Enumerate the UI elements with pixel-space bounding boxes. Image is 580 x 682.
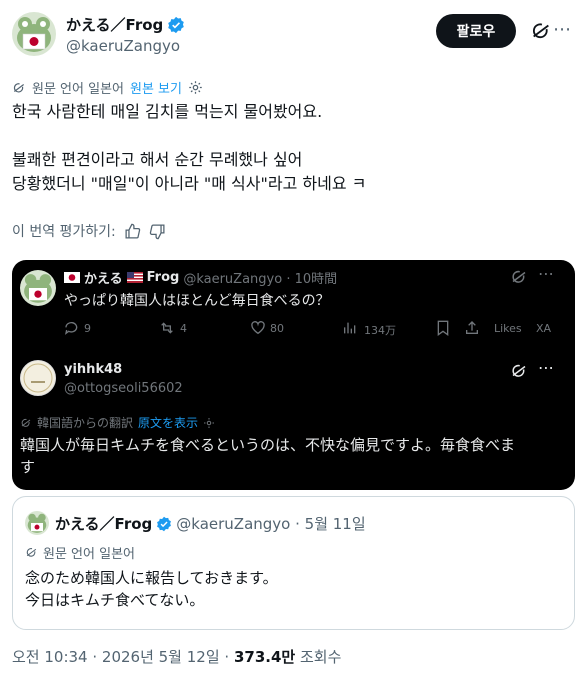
reply-settings-gear-icon [204,417,215,428]
screenshot-post-header: かえる Frog @kaeruZangyo · 10時間 [64,268,337,287]
reply-grok-icon [512,364,526,377]
xa-label: XA [536,322,552,335]
post-header: かえる／Frog @kaeruZangyo 팔로우 ⋯ [12,10,571,62]
quoted-handle-date: @kaeruZangyo · 5월 11일 [176,515,366,533]
post-meta: 오전 10:34 · 2026년 5월 12일 · 373.4만 조회수 [12,646,341,667]
screenshot-action-bar: 9 4 80 134万 Likes XA [64,320,564,338]
reply-icon [65,322,78,335]
screenshot-post-text: やっぱり韓国人はほとんど毎日食べるの？ [64,293,330,309]
post-line: 당황했더니 "매일"이 아니라 "매 식사"라고 하네요 ㅋ [12,174,367,193]
reply-translation-label: 韓国語からの翻訳 [37,416,134,430]
thumbs-up-icon[interactable] [124,223,141,240]
grok-translate-icon [13,82,25,92]
translation-label: 원문 언어 일본어 [32,82,124,97]
follow-button[interactable]: 팔로우 [436,14,516,48]
reply-author-name: yihhk48 [64,362,123,377]
rate-translation-row: 이 번역 평가하기: [12,221,166,241]
repost-count: 4 [180,322,187,335]
quoted-text-line: 念のため韓国人に報告しておきます。 [25,569,278,587]
view-count: 134万 [364,324,396,337]
frog-avatar-image [25,511,49,535]
post-line: 한국 사람한테 매일 김치를 먹는지 물어봤어요. [12,102,323,121]
frog-avatar-image [12,12,56,56]
screenshot-author-avatar [20,270,56,306]
post-body: 한국 사람한테 매일 김치를 먹는지 물어봤어요. 불쾌한 편견이라고 해서 순… [12,100,568,196]
view-count-label: 조회수 [295,648,342,666]
frog-avatar-image [20,270,56,306]
screenshot-more-icon: ⋯ [538,264,554,283]
author-name-row: かえる／Frog [66,14,185,35]
reply-grok-translate-icon [21,418,31,427]
settings-gear-icon[interactable] [188,80,203,95]
reply-text: 韓国人が毎日キムチを食べるというのは、不快な偏見ですよ。毎食食べま す [20,434,560,478]
view-count-value: 373.4만 [233,648,296,666]
quoted-translation-bar: 원문 언어 일본어 [25,543,135,562]
more-options-icon[interactable]: ⋯ [552,18,572,44]
reply-count: 9 [84,322,91,335]
quoted-text-line: 今日はキムチ食べてない。 [25,591,205,609]
verified-badge-icon [168,16,185,33]
quoted-grok-translate-icon [26,548,37,557]
views-icon [344,322,356,334]
screenshot-author-name-b: Frog [146,270,180,285]
post-line: 불쾌한 편견이라고 해서 순간 무례했나 싶어 [12,150,303,169]
author-avatar[interactable] [12,12,56,56]
reply-translation-bar: 韓国語からの翻訳 原文を表示 [20,414,215,431]
like-count: 80 [270,322,284,335]
reply-author-handle: @ottogseoli56602 [64,381,183,396]
embedded-screenshot[interactable]: かえる Frog @kaeruZangyo · 10時間 ⋯ やっぱり韓国人はほ… [12,260,575,490]
reply-author-avatar [20,360,56,396]
screenshot-grok-icon [512,270,526,283]
us-flag-icon [126,272,143,283]
quoted-post[interactable]: かえる／Frog @kaeruZangyo · 5월 11일 원문 언어 일본어… [12,496,575,630]
like-icon [251,321,265,335]
share-icon [466,321,478,334]
repost-icon [161,322,173,334]
reply-show-original-link: 原文を表示 [138,416,199,430]
quoted-translation-label: 원문 언어 일본어 [43,547,135,562]
quoted-post-header: かえる／Frog @kaeruZangyo · 5월 11일 [55,513,366,534]
quoted-post-text: 念のため韓国人に報告しておきます。 今日はキムチ食べてない。 [25,567,278,611]
translation-bar: 원문 언어 일본어 원본 보기 [12,78,203,97]
stamp-avatar-image [23,363,53,393]
show-original-link[interactable]: 원본 보기 [130,78,182,97]
reply-text-line: す [20,458,36,476]
author-handle[interactable]: @kaeruZangyo [66,37,180,55]
reply-more-icon: ⋯ [538,358,554,377]
screenshot-author-name-a: かえる [84,272,123,287]
rate-translation-label: 이 번역 평가하기: [12,224,116,240]
thumbs-down-icon[interactable] [149,223,166,240]
reply-text-line: 韓国人が毎日キムチを食べるというのは、不快な偏見ですよ。毎食食べま [20,436,516,454]
bookmark-icon [437,320,449,336]
author-name[interactable]: かえる／Frog [66,14,163,35]
post-timestamp[interactable]: 오전 10:34 · 2026년 5월 12일 · [12,648,234,666]
japan-flag-icon [64,272,80,283]
grok-icon[interactable] [530,20,554,44]
screenshot-handle-time: @kaeruZangyo · 10時間 [183,272,338,287]
verified-badge-icon [157,516,172,531]
likes-label: Likes [494,322,522,335]
quoted-author-avatar [25,511,49,535]
quoted-author-name: かえる／Frog [55,515,153,533]
